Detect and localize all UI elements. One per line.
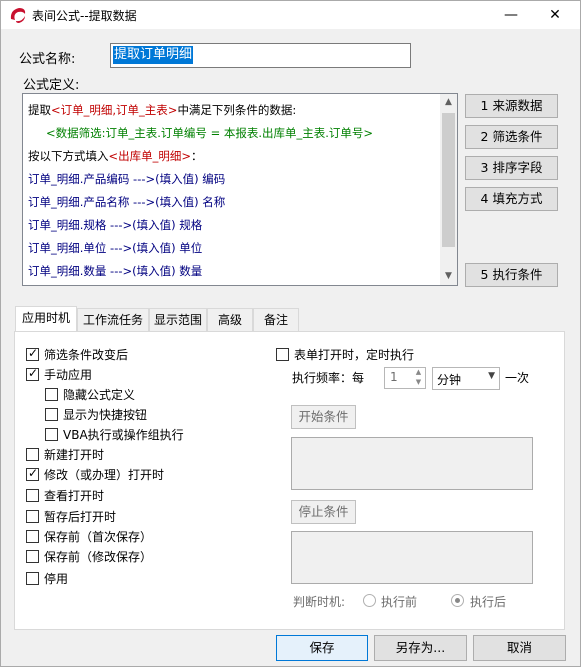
tab-advanced[interactable]: 高级	[207, 308, 253, 332]
app-logo-icon	[8, 5, 28, 25]
sort-field-button[interactable]: 3 排序字段	[465, 156, 558, 180]
tab-display-range[interactable]: 显示范围	[149, 308, 207, 332]
close-icon: ✕	[549, 7, 561, 23]
minimize-button[interactable]: —	[489, 3, 533, 27]
scroll-thumb[interactable]	[442, 113, 455, 247]
option-checkbox[interactable]	[26, 550, 39, 563]
definition-line: 按以下方式填入<出库单_明细>：	[28, 149, 203, 163]
scroll-down-icon[interactable]: ▼	[440, 268, 457, 285]
option-checkbox[interactable]	[26, 448, 39, 461]
title-bar: 表间公式--提取数据 — ✕	[1, 1, 580, 29]
mapping-line: 订单_明细.规格 --->(填入值) 规格	[28, 218, 203, 232]
frequency-value: 1	[390, 370, 398, 384]
after-label: 执行后	[470, 595, 507, 609]
start-condition-button[interactable]: 开始条件	[291, 405, 356, 429]
option-label: 隐藏公式定义	[63, 388, 136, 402]
option-checkbox[interactable]	[45, 408, 58, 421]
mapping-line: 订单_明细.数量 --->(填入值) 数量	[28, 264, 203, 278]
option-checkbox[interactable]	[26, 489, 39, 502]
option-checkbox[interactable]	[26, 346, 39, 361]
formula-definition-box[interactable]: 提取<订单_明细,订单_主表>中满足下列条件的数据: <数据筛选:订单_主表.订…	[22, 93, 458, 286]
option-label: 查看打开时	[44, 489, 105, 503]
option-label: 修改（或办理）打开时	[44, 468, 165, 482]
mapping-line: 订单_明细.产品编码 --->(填入值) 编码	[28, 172, 226, 186]
cancel-button[interactable]: 取消	[473, 635, 566, 661]
unit-value: 分钟	[437, 373, 462, 387]
before-label: 执行前	[381, 595, 418, 609]
option-checkbox[interactable]	[45, 428, 58, 441]
stop-condition-box	[291, 531, 533, 584]
minimize-icon: —	[504, 7, 518, 23]
fill-method-button[interactable]: 4 填充方式	[465, 187, 558, 211]
source-data-button[interactable]: 1 来源数据	[465, 94, 558, 118]
option-checkbox[interactable]	[26, 510, 39, 523]
frequency-suffix: 一次	[505, 371, 530, 385]
execute-condition-button[interactable]: 5 执行条件	[465, 263, 558, 287]
filter-condition-button[interactable]: 2 筛选条件	[465, 125, 558, 149]
frequency-label: 执行频率：每	[292, 371, 365, 385]
stop-condition-button[interactable]: 停止条件	[291, 500, 356, 524]
option-label: 停用	[44, 572, 69, 586]
option-label: 保存前（修改保存）	[44, 550, 153, 564]
save-as-button[interactable]: 另存为...	[374, 635, 467, 661]
formula-name-value: 提取订单明细	[113, 46, 194, 64]
option-label: 筛选条件改变后	[44, 348, 129, 362]
option-checkbox[interactable]	[26, 530, 39, 543]
before-radio[interactable]	[363, 594, 376, 607]
option-label: VBA执行或操作组执行	[63, 428, 184, 442]
formula-dialog: 表间公式--提取数据 — ✕ 公式名称: 提取订单明细 公式定义: 提取<订单_…	[0, 0, 581, 667]
formula-name-label: 公式名称:	[19, 52, 76, 67]
mapping-line: 订单_明细.产品名称 --->(填入值) 名称	[28, 195, 226, 209]
chevron-down-icon: ▼	[488, 371, 495, 381]
option-checkbox[interactable]	[26, 466, 39, 481]
tab-notes[interactable]: 备注	[253, 308, 299, 332]
formula-definition-label: 公式定义:	[23, 78, 80, 93]
after-radio[interactable]	[451, 594, 464, 607]
option-checkbox[interactable]	[26, 366, 39, 381]
timer-checkbox[interactable]	[276, 348, 289, 361]
option-checkbox[interactable]	[45, 388, 58, 401]
frequency-spinner[interactable]: 1 ▲ ▼	[384, 367, 426, 389]
definition-scrollbar[interactable]: ▲ ▼	[440, 94, 457, 285]
tab-workflow[interactable]: 工作流任务	[77, 308, 149, 332]
option-label: 显示为快捷按钮	[63, 408, 148, 422]
option-label: 暂存后打开时	[44, 510, 117, 524]
formula-name-input[interactable]: 提取订单明细	[110, 43, 411, 68]
timer-label: 表单打开时，定时执行	[294, 348, 415, 362]
definition-line: 提取<订单_明细,订单_主表>中满足下列条件的数据:	[28, 103, 297, 117]
window-title: 表间公式--提取数据	[32, 9, 137, 23]
tab-timing[interactable]: 应用时机	[15, 306, 77, 333]
mapping-line: 订单_明细.单位 --->(填入值) 单位	[28, 241, 203, 255]
spin-up-icon[interactable]: ▲	[412, 368, 425, 378]
unit-select[interactable]: 分钟 ▼	[432, 367, 500, 390]
option-label: 新建打开时	[44, 448, 105, 462]
option-label: 保存前（首次保存）	[44, 530, 153, 544]
close-button[interactable]: ✕	[533, 3, 577, 27]
judge-timing-label: 判断时机:	[293, 595, 346, 609]
spin-down-icon[interactable]: ▼	[412, 378, 425, 388]
option-label: 手动应用	[44, 368, 93, 382]
definition-filter-line: <数据筛选:订单_主表.订单编号 = 本报表.出库单_主表.订单号>	[46, 126, 374, 140]
start-condition-box	[291, 437, 533, 490]
scroll-up-icon[interactable]: ▲	[440, 94, 457, 111]
save-button[interactable]: 保存	[276, 635, 368, 661]
option-checkbox[interactable]	[26, 572, 39, 585]
